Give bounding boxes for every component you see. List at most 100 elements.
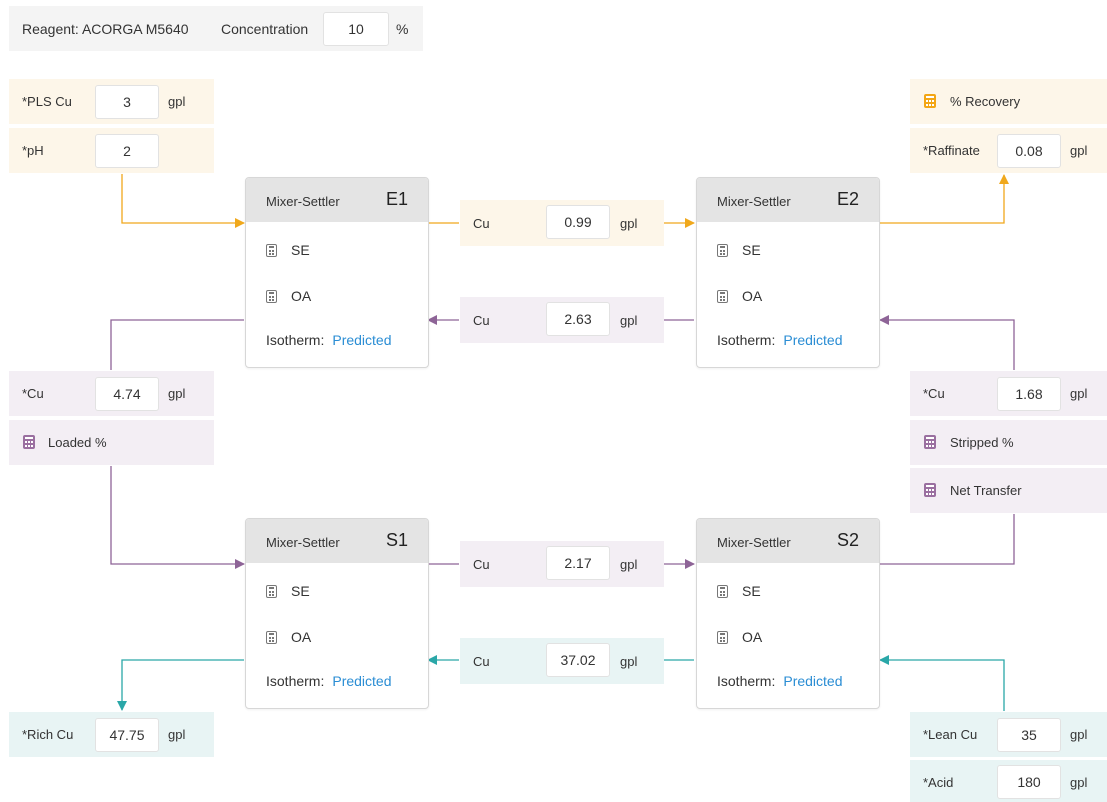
ph-row: *pH 2	[9, 128, 214, 173]
card-header: Mixer-Settler E1	[246, 178, 428, 222]
stripped-percent-label: Stripped %	[950, 435, 1014, 450]
acid-unit: gpl	[1070, 775, 1088, 790]
stripped-cu-label: *Cu	[923, 386, 945, 401]
calculator-icon	[924, 94, 936, 111]
stream-value-input[interactable]: 0.99	[546, 205, 610, 239]
net-transfer-label: Net Transfer	[950, 483, 1022, 498]
oa-label: OA	[291, 629, 312, 645]
concentration-label: Concentration	[221, 21, 309, 37]
card-id: S2	[836, 530, 859, 550]
mixer-settler-card-e1[interactable]: Mixer-Settler E1 SE OA Isotherm: Predicte…	[245, 177, 429, 368]
calculator-icon	[23, 435, 35, 452]
calculator-icon	[717, 584, 728, 598]
isotherm-row: Isotherm: Predicted	[266, 673, 392, 689]
mixer-settler-card-e2[interactable]: Mixer-Settler E2 SE OA Isotherm: Predicte…	[696, 177, 880, 368]
se-row[interactable]: SE	[717, 242, 761, 258]
calculator-icon	[266, 243, 277, 257]
loaded-percent-row[interactable]: Loaded %	[9, 420, 214, 465]
ph-input[interactable]: 2	[95, 134, 159, 168]
stream-label: Cu	[473, 557, 490, 572]
rich-cu-input[interactable]: 47.75	[95, 718, 159, 752]
net-transfer-row[interactable]: Net Transfer	[910, 468, 1107, 513]
se-label: SE	[291, 583, 310, 599]
se-label: SE	[742, 583, 761, 599]
stripped-cu-row: *Cu 1.68 gpl	[910, 371, 1107, 416]
stream-value-input[interactable]: 2.17	[546, 546, 610, 580]
card-title: Mixer-Settler	[266, 194, 340, 209]
raffinate-input[interactable]: 0.08	[997, 134, 1061, 168]
calculator-icon	[717, 630, 728, 644]
stream-unit: gpl	[620, 557, 638, 572]
recovery-row[interactable]: % Recovery	[910, 79, 1107, 124]
card-id: E1	[385, 189, 408, 209]
se-row[interactable]: SE	[266, 242, 310, 258]
stream-value-input[interactable]: 37.02	[546, 643, 610, 677]
oa-row[interactable]: OA	[266, 288, 311, 304]
concentration-unit: %	[396, 21, 409, 37]
stream-label: Cu	[473, 654, 490, 669]
isotherm-row: Isotherm: Predicted	[717, 673, 843, 689]
card-id: S1	[385, 530, 408, 550]
loaded-cu-input[interactable]: 4.74	[95, 377, 159, 411]
stream-label: Cu	[473, 216, 490, 231]
se-label: SE	[742, 242, 761, 258]
calculator-icon	[924, 435, 936, 452]
card-header: Mixer-Settler S2	[697, 519, 879, 563]
card-title: Mixer-Settler	[266, 535, 340, 550]
calculator-icon	[717, 289, 728, 303]
lean-cu-label: *Lean Cu	[923, 727, 978, 742]
stream-s-aqueous: Cu 37.02 gpl	[460, 638, 664, 684]
reagent-bar: Reagent: ACORGA M5640 Concentration 10 %	[9, 6, 423, 51]
acid-row: *Acid 180 gpl	[910, 760, 1107, 802]
stream-e-organic: Cu 2.63 gpl	[460, 297, 664, 343]
isotherm-link[interactable]: Predicted	[332, 332, 391, 348]
isotherm-link[interactable]: Predicted	[783, 673, 842, 689]
stripped-cu-unit: gpl	[1070, 386, 1088, 401]
lean-cu-input[interactable]: 35	[997, 718, 1061, 752]
stream-unit: gpl	[620, 216, 638, 231]
isotherm-label: Isotherm:	[266, 673, 325, 689]
isotherm-link[interactable]: Predicted	[783, 332, 842, 348]
se-label: SE	[291, 242, 310, 258]
card-title: Mixer-Settler	[717, 535, 791, 550]
oa-label: OA	[742, 629, 763, 645]
pls-cu-label: *PLS Cu	[22, 94, 72, 109]
isotherm-link[interactable]: Predicted	[332, 673, 391, 689]
raffinate-unit: gpl	[1070, 143, 1088, 158]
stream-s-organic: Cu 2.17 gpl	[460, 541, 664, 587]
raffinate-label: *Raffinate	[923, 143, 980, 158]
pls-cu-input[interactable]: 3	[95, 85, 159, 119]
card-header: Mixer-Settler S1	[246, 519, 428, 563]
stream-e-aqueous: Cu 0.99 gpl	[460, 200, 664, 246]
lean-cu-row: *Lean Cu 35 gpl	[910, 712, 1107, 757]
oa-label: OA	[291, 288, 312, 304]
loaded-percent-label: Loaded %	[48, 435, 107, 450]
reagent-label: Reagent: ACORGA M5640	[22, 21, 189, 37]
stream-value-input[interactable]: 2.63	[546, 302, 610, 336]
se-row[interactable]: SE	[717, 583, 761, 599]
isotherm-label: Isotherm:	[266, 332, 325, 348]
pls-cu-row: *PLS Cu 3 gpl	[9, 79, 214, 124]
card-header: Mixer-Settler E2	[697, 178, 879, 222]
isotherm-row: Isotherm: Predicted	[266, 332, 392, 348]
mixer-settler-card-s2[interactable]: Mixer-Settler S2 SE OA Isotherm: Predicte…	[696, 518, 880, 709]
mixer-settler-card-s1[interactable]: Mixer-Settler S1 SE OA Isotherm: Predicte…	[245, 518, 429, 709]
rich-cu-unit: gpl	[168, 727, 186, 742]
oa-row[interactable]: OA	[717, 288, 762, 304]
calculator-icon	[717, 243, 728, 257]
rich-cu-row: *Rich Cu 47.75 gpl	[9, 712, 214, 757]
oa-row[interactable]: OA	[266, 629, 311, 645]
isotherm-label: Isotherm:	[717, 673, 776, 689]
oa-row[interactable]: OA	[717, 629, 762, 645]
ph-label: *pH	[22, 143, 44, 158]
stripped-percent-row[interactable]: Stripped %	[910, 420, 1107, 465]
concentration-input[interactable]: 10	[323, 12, 389, 46]
acid-input[interactable]: 180	[997, 765, 1061, 799]
stripped-cu-input[interactable]: 1.68	[997, 377, 1061, 411]
isotherm-label: Isotherm:	[717, 332, 776, 348]
card-title: Mixer-Settler	[717, 194, 791, 209]
oa-label: OA	[742, 288, 763, 304]
calculator-icon	[924, 483, 936, 500]
se-row[interactable]: SE	[266, 583, 310, 599]
card-id: E2	[836, 189, 859, 209]
